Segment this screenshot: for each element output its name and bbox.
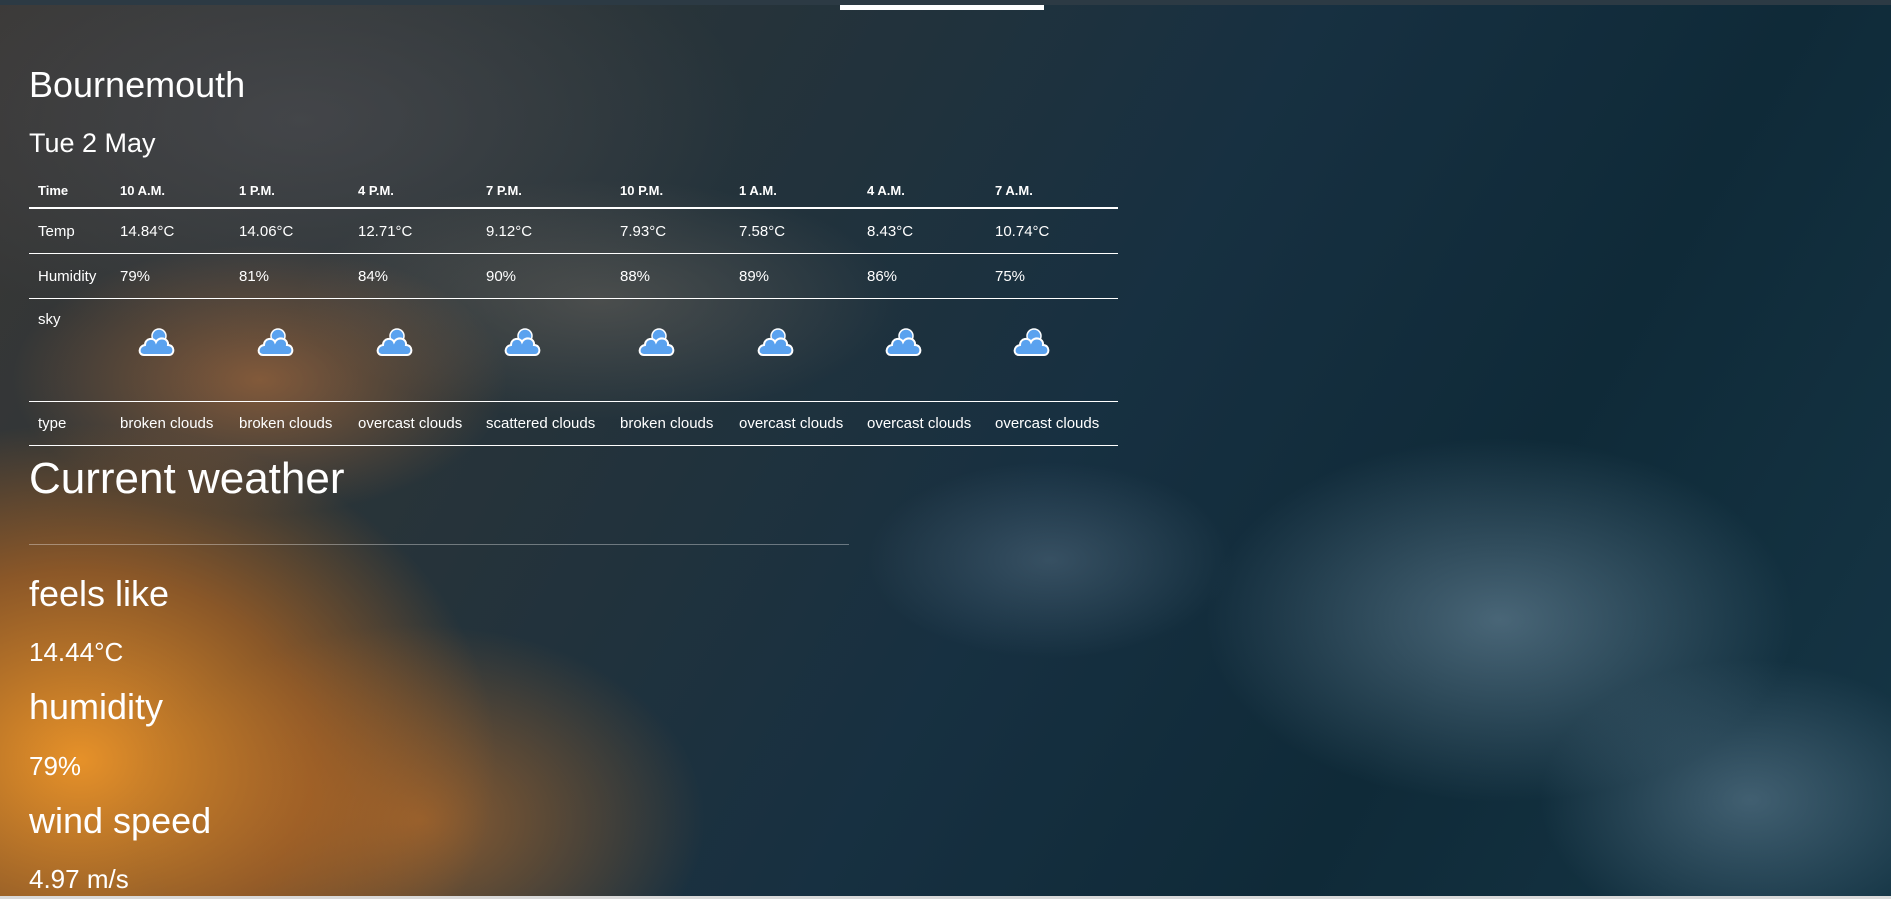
row-label-temp: Temp xyxy=(29,208,111,254)
time-cell: 7 A.M. xyxy=(986,173,1118,209)
humidity-cell: 84% xyxy=(349,253,477,299)
broken-clouds-icon xyxy=(637,325,677,359)
city-name: Bournemouth xyxy=(29,64,246,105)
type-cell: overcast clouds xyxy=(730,401,858,446)
humidity-cell: 75% xyxy=(986,253,1118,299)
type-cell: broken clouds xyxy=(611,401,730,446)
forecast-table: Time 10 A.M. 1 P.M. 4 P.M. 7 P.M. 10 P.M… xyxy=(29,173,1118,446)
time-row: Time 10 A.M. 1 P.M. 4 P.M. 7 P.M. 10 P.M… xyxy=(29,173,1118,209)
time-cell: 4 P.M. xyxy=(349,173,477,209)
scattered-clouds-icon xyxy=(503,325,543,359)
type-cell: broken clouds xyxy=(111,401,230,446)
overcast-clouds-icon xyxy=(375,325,415,359)
sky-cell xyxy=(611,298,730,402)
temp-cell: 8.43°C xyxy=(858,208,986,254)
type-cell: overcast clouds xyxy=(349,401,477,446)
sky-cell xyxy=(858,298,986,402)
humidity-label: humidity xyxy=(29,686,164,727)
sky-cell xyxy=(986,298,1118,402)
row-label-humidity: Humidity xyxy=(29,253,111,299)
time-cell: 10 P.M. xyxy=(611,173,730,209)
forecast-date: Tue 2 May xyxy=(29,128,156,158)
feels-like-value: 14.44°C xyxy=(29,637,124,667)
humidity-value: 79% xyxy=(29,751,82,781)
weather-page: Bournemouth Tue 2 May Time 10 A.M. 1 P.M… xyxy=(0,0,1891,899)
section-divider xyxy=(29,544,849,545)
scroll-indicator[interactable] xyxy=(840,5,1044,10)
type-row: type broken clouds broken clouds overcas… xyxy=(29,401,1118,446)
humidity-row: Humidity 79% 81% 84% 90% 88% 89% 86% 75% xyxy=(29,253,1118,299)
overcast-clouds-icon xyxy=(1012,325,1052,359)
temp-cell: 10.74°C xyxy=(986,208,1118,254)
sky-cell xyxy=(477,298,611,402)
sky-row: sky xyxy=(29,298,1118,402)
row-label-sky: sky xyxy=(29,298,111,402)
temp-cell: 9.12°C xyxy=(477,208,611,254)
temp-cell: 12.71°C xyxy=(349,208,477,254)
broken-clouds-icon xyxy=(137,325,177,359)
time-cell: 1 P.M. xyxy=(230,173,349,209)
humidity-cell: 90% xyxy=(477,253,611,299)
overcast-clouds-icon xyxy=(756,325,796,359)
type-cell: broken clouds xyxy=(230,401,349,446)
wind-speed-label: wind speed xyxy=(29,800,212,841)
temp-cell: 7.93°C xyxy=(611,208,730,254)
broken-clouds-icon xyxy=(256,325,296,359)
current-weather-heading: Current weather xyxy=(29,454,345,503)
overcast-clouds-icon xyxy=(884,325,924,359)
time-cell: 7 P.M. xyxy=(477,173,611,209)
time-cell: 4 A.M. xyxy=(858,173,986,209)
sky-cell xyxy=(349,298,477,402)
feels-like-label: feels like xyxy=(29,573,170,614)
sky-cell xyxy=(230,298,349,402)
time-cell: 1 A.M. xyxy=(730,173,858,209)
type-cell: overcast clouds xyxy=(986,401,1118,446)
humidity-cell: 81% xyxy=(230,253,349,299)
type-cell: overcast clouds xyxy=(858,401,986,446)
humidity-cell: 88% xyxy=(611,253,730,299)
temp-cell: 14.84°C xyxy=(111,208,230,254)
row-label-time: Time xyxy=(29,173,111,209)
temp-cell: 14.06°C xyxy=(230,208,349,254)
row-label-type: type xyxy=(29,401,111,446)
time-cell: 10 A.M. xyxy=(111,173,230,209)
humidity-cell: 86% xyxy=(858,253,986,299)
sky-cell xyxy=(111,298,230,402)
temp-row: Temp 14.84°C 14.06°C 12.71°C 9.12°C 7.93… xyxy=(29,208,1118,254)
humidity-cell: 89% xyxy=(730,253,858,299)
humidity-cell: 79% xyxy=(111,253,230,299)
wind-speed-value: 4.97 m/s xyxy=(29,864,129,894)
type-cell: scattered clouds xyxy=(477,401,611,446)
temp-cell: 7.58°C xyxy=(730,208,858,254)
sky-cell xyxy=(730,298,858,402)
